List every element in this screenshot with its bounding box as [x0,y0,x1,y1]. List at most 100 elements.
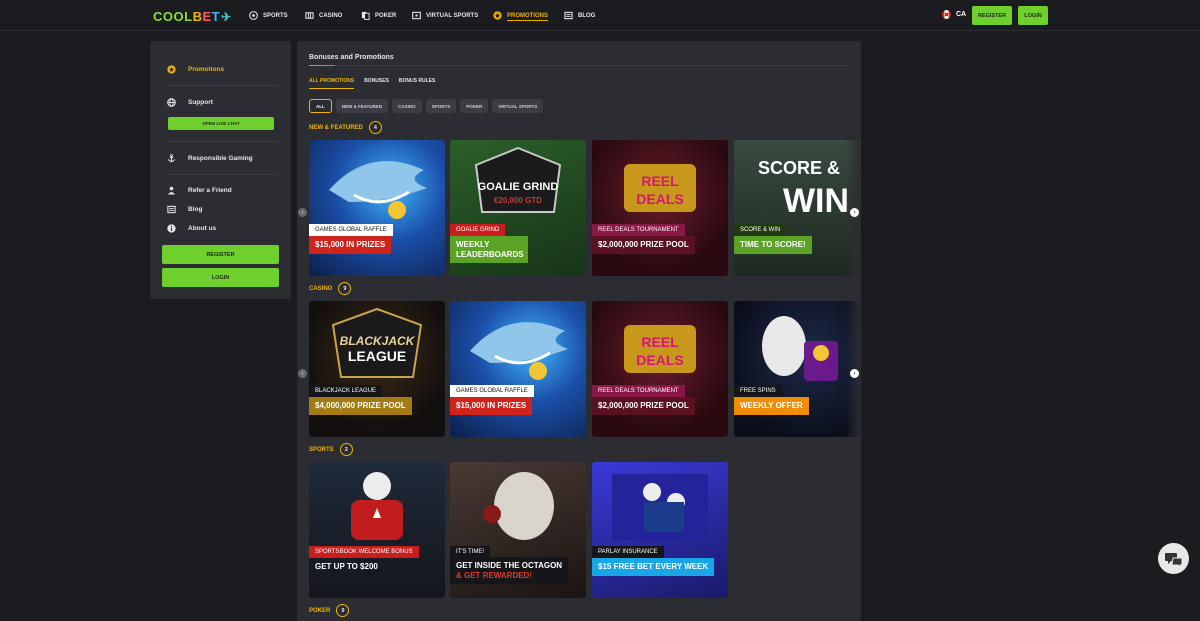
promo-card-free-spins[interactable]: FREE SPINS WEEKLY OFFER [734,301,861,437]
sidebar-item-about-us[interactable]: About us [167,224,216,233]
anchor-icon [167,154,176,163]
section-header-poker: POKER 9 [309,604,350,617]
sidebar-item-label: Blog [188,206,203,213]
card-cta: GET INSIDE THE OCTAGON & GET REWARDED! [450,557,569,585]
sidebar-login-button[interactable]: LOGIN [162,268,279,287]
sidebar-divider [167,85,279,86]
nav-casino[interactable]: CASINO [305,0,342,31]
tab-all-promotions[interactable]: ALL PROMOTIONS [309,78,355,89]
section-title: SPORTS [309,446,334,453]
shark-artwork [309,140,445,276]
live-chat-button[interactable] [1158,543,1189,574]
card-label: GOALIE GRIND [450,224,506,236]
sidebar-register-button[interactable]: REGISTER [162,245,279,264]
promo-card-goalie-grind[interactable]: GOALIE GRIND €20,000 GTD GOALIE GRIND WEE… [450,140,586,276]
promo-card-reel-deals[interactable]: REEL DEALS REEL DEALS TOURNAMENT $2,000,0… [592,301,728,437]
card-label: REEL DEALS TOURNAMENT [592,385,685,397]
carousel-prev-button[interactable]: ‹ [298,369,307,378]
chip-poker[interactable]: POKER [460,99,489,113]
sidebar-item-blog[interactable]: Blog [167,205,202,214]
shark-image [470,322,568,380]
sidebar-item-label: About us [188,225,217,232]
promo-card-reel-deals[interactable]: REEL DEALS REEL DEALS TOURNAMENT $2,000,0… [592,140,728,276]
card-label: GAMES GLOBAL RAFFLE [450,385,534,397]
card-cta: $2,000,000 PRIZE POOL [592,236,695,254]
coolbet-logo[interactable]: COOL B E T ✈ [153,9,232,24]
promo-card-octagon[interactable]: IT'S TIME! GET INSIDE THE OCTAGON & GET … [450,462,586,598]
section-header-sports: SPORTS 3 [309,443,353,456]
nav-poker[interactable]: POKER [361,0,396,31]
blackjack-artwork: BLACKJACK LEAGUE [309,301,445,437]
goalie-art-amount: €20,000 GTD [494,196,542,205]
sidebar-divider [167,141,279,142]
section-title: NEW & FEATURED [309,124,363,131]
carousel-next-button[interactable]: › [850,369,859,378]
reel-art-line2: DEALS [636,191,683,207]
country-code: CA [956,11,967,18]
shark-image [329,161,427,219]
soccer-ball-icon [249,11,258,20]
card-cta: WEEKLY OFFER [734,397,809,415]
logo-text-e: E [202,9,212,24]
card-cta: $4,000,000 PRIZE POOL [309,397,412,415]
card-label: BLACKJACK LEAGUE [309,385,383,397]
chip-all[interactable]: ALL [309,99,332,113]
virtual-sports-icon [412,11,421,20]
reel-deals-image: REEL DEALS [624,164,696,212]
sidebar-item-promotions[interactable]: Promotions [167,65,224,74]
logo-text-cool: COOL [153,9,193,24]
promo-card-games-global-raffle[interactable]: GAMES GLOBAL RAFFLE $15,000 IN PRIZES [309,140,445,276]
open-live-chat-button[interactable]: OPEN LIVE CHAT [168,117,274,130]
blog-icon [564,11,573,20]
refer-friend-icon [167,186,176,195]
carousel-prev-button[interactable]: ‹ [298,208,307,217]
polar-bear-slot-image [762,316,838,381]
parlay-artwork [592,462,728,598]
reel-art-line1: REEL [641,334,679,350]
card-cta: $15,000 IN PRIZES [450,397,533,415]
promo-card-score-and-win[interactable]: SCORE & WIN SCORE & WIN TIME TO SCORE! [734,140,861,276]
carousel-next-button[interactable]: › [850,208,859,217]
tab-bonuses[interactable]: BONUSES [364,78,389,89]
blackjack-image: BLACKJACKLEAGUE [331,307,423,378]
sidebar-item-label: Promotions [188,66,225,73]
card-cta: $15,000 IN PRIZES [309,236,392,254]
sidebar-item-refer-a-friend[interactable]: Refer a Friend [167,186,232,195]
promo-card-blackjack-league[interactable]: BLACKJACK LEAGUE BLACKJACK LEAGUE $4,000,… [309,301,445,437]
chip-sports[interactable]: SPORTS [425,99,457,113]
promotions-star-icon [493,11,502,20]
card-cta: WEEKLY LEADERBOARDS [450,236,528,264]
score-art-line2: WIN [783,182,849,220]
nav-virtual-sports[interactable]: VIRTUAL SPORTS [412,0,478,31]
promo-card-parlay-insurance[interactable]: PARLAY INSURANCE $15 FREE BET EVERY WEEK [592,462,728,598]
reel-art-line1: REEL [641,173,679,189]
category-filter: ALL NEW & FEATURED CASINO SPORTS POKER V… [309,99,544,113]
goalie-grind-image: GOALIE GRIND €20,000 GTD [474,146,562,213]
chip-new-featured[interactable]: NEW & FEATURED [335,99,389,113]
info-icon [167,224,176,233]
slot-machine-icon [305,12,314,19]
polar-bear-sports-image [351,472,403,540]
section-count: 9 [336,604,350,617]
nav-blog[interactable]: BLOG [564,0,595,31]
nav-sports[interactable]: SPORTS [249,0,288,31]
chip-virtual-sports[interactable]: VIRTUAL SPORTS [492,99,544,113]
section-count: 3 [339,443,353,456]
chat-bubbles-icon [1164,552,1182,567]
chip-casino[interactable]: CASINO [392,99,422,113]
sidebar-item-label: Responsible Gaming [188,155,253,162]
blog-icon [167,205,176,214]
sidebar-item-responsible-gaming[interactable]: Responsible Gaming [167,154,253,163]
goalie-art-title: GOALIE GRIND [478,181,559,193]
promo-card-sportsbook-welcome[interactable]: SPORTSBOOK WELCOME BONUS GET UP TO $200 [309,462,445,598]
promo-card-games-global-raffle[interactable]: GAMES GLOBAL RAFFLE $15,000 IN PRIZES [450,301,586,437]
tab-bonus-rules[interactable]: BONUS RULES [399,78,435,89]
sidebar-item-support[interactable]: Support [167,98,213,107]
header-login-button[interactable]: LOGIN [1018,6,1048,25]
header-register-button[interactable]: REGISTER [972,6,1012,25]
nav-promotions[interactable]: PROMOTIONS [493,0,549,31]
card-label: PARLAY INSURANCE [592,546,664,558]
country-selector[interactable]: CA [942,10,966,19]
card-label: REEL DEALS TOURNAMENT [592,224,685,236]
support-globe-icon [167,98,176,107]
